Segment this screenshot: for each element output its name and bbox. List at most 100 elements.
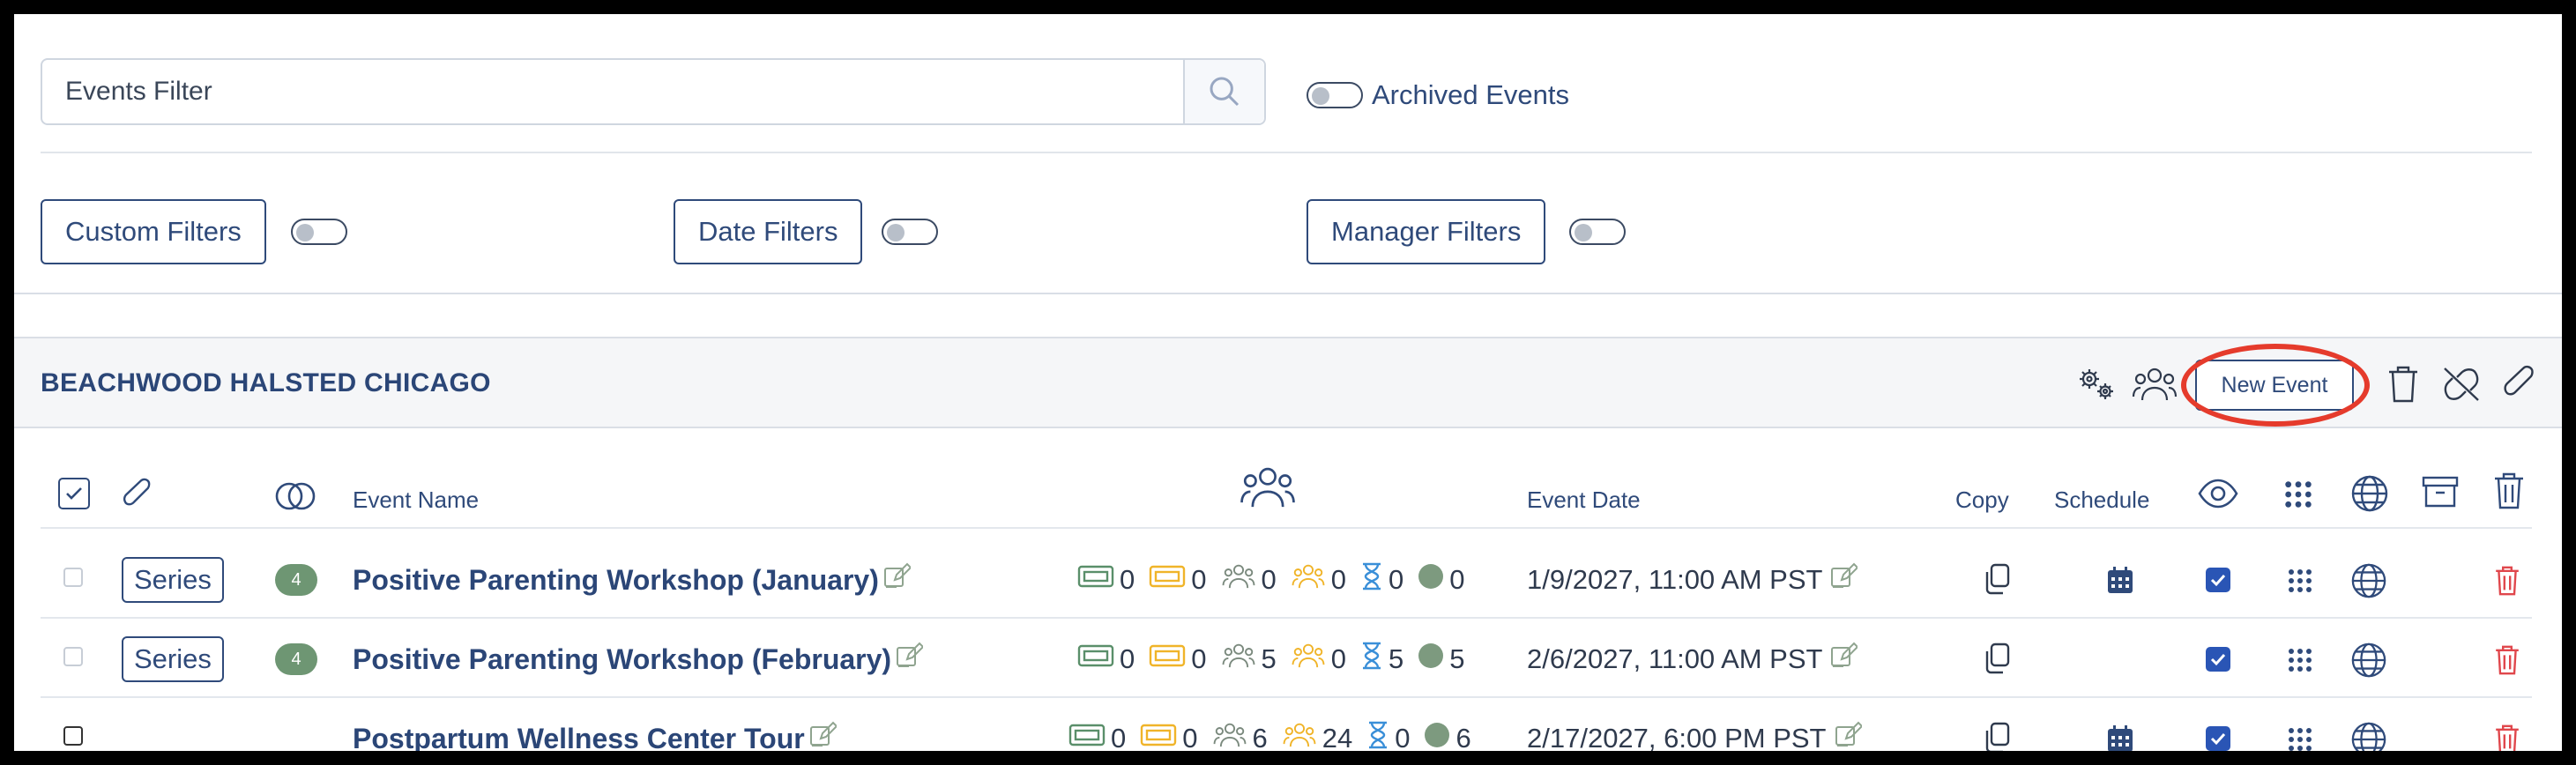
event-date-text: 2/17/2027, 6:00 PM PST [1527,723,1827,751]
edit-name-icon[interactable] [895,642,925,677]
qr-dots-icon [2285,481,2312,508]
archived-events-label: Archived Events [1372,79,1569,110]
visible-checkbox[interactable] [2206,647,2230,672]
manager-filters-toggle[interactable] [1569,219,1626,245]
select-all-checkbox[interactable] [58,478,90,509]
copy-icon[interactable] [1982,562,2012,600]
attendees-users-icon[interactable] [2132,361,2178,407]
event-date-column-header[interactable]: Event Date [1527,486,1641,514]
globe-icon[interactable] [2350,562,2387,604]
stat-value: 0 [1182,723,1198,751]
event-date-text: 1/9/2027, 11:00 AM PST [1527,564,1823,595]
delete-trash-icon[interactable] [2493,723,2521,751]
copy-icon[interactable] [1982,642,2012,680]
table-row: Postpartum Wellness Center Tour 0 0 6 24 0 6 2/… [14,700,2562,751]
event-name-text: Postpartum Wellness Center Tour [353,722,805,752]
table-header-divider [41,527,2532,529]
series-count-badge: 4 [275,643,317,675]
unlink-icon[interactable] [2438,361,2484,407]
status-dot-icon [1424,722,1450,751]
edit-name-icon[interactable] [808,721,838,751]
edit-date-icon[interactable] [1834,721,1863,751]
ticket-yellow-icon [1149,563,1186,597]
event-name-text: Positive Parenting Workshop (February) [353,642,892,675]
events-filter-input[interactable] [42,60,1183,123]
event-name-link[interactable]: Positive Parenting Workshop (February) [353,642,925,677]
qr-dots-icon[interactable] [2287,647,2313,678]
paperclip-icon[interactable] [2497,361,2542,407]
event-date: 2/6/2027, 11:00 AM PST [1527,642,1859,677]
ticket-green-icon [1068,722,1106,751]
delete-trash-icon[interactable] [2493,564,2521,602]
hourglass-icon [1360,642,1383,677]
row-select-checkbox[interactable] [63,726,83,746]
people-yellow-icon [1282,721,1317,751]
attachment-column-icon [123,478,151,506]
event-date: 2/17/2027, 6:00 PM PST [1527,721,1863,751]
custom-filters-toggle[interactable] [291,219,347,245]
search-button[interactable] [1183,60,1264,123]
event-date-text: 2/6/2027, 11:00 AM PST [1527,643,1823,674]
search-icon [1210,77,1240,107]
event-name-text: Positive Parenting Workshop (January) [353,563,879,596]
event-stats: 0 0 5 0 5 5 [1077,642,1474,677]
event-stats: 0 0 6 24 0 6 [1068,721,1480,751]
hourglass-icon [1366,721,1389,751]
stat-value: 0 [1120,643,1135,674]
event-name-column-header[interactable]: Event Name [353,486,479,514]
qr-dots-icon[interactable] [2287,568,2313,598]
calendar-icon[interactable] [2107,566,2133,598]
stat-value: 24 [1322,723,1353,751]
delete-trash-icon[interactable] [2493,643,2521,681]
series-column-icon [275,482,316,510]
edit-date-icon[interactable] [1829,562,1859,598]
gears-icon[interactable] [2073,361,2119,407]
new-event-button[interactable]: New Event [2195,360,2354,411]
people-yellow-icon [1291,562,1326,598]
globe-icon[interactable] [2350,642,2387,683]
status-dot-icon [1418,563,1444,597]
people-gray-icon [1212,721,1247,751]
row-select-checkbox[interactable] [63,568,83,587]
archived-events-toggle[interactable] [1307,82,1363,108]
event-date: 1/9/2027, 11:00 AM PST [1527,562,1859,598]
archived-events-toggle-group: Archived Events [1307,79,1569,111]
filters-panel: Archived Events Custom Filters Date Filt… [14,14,2562,294]
location-section-header: BEACHWOOD HALSTED CHICAGO New Event [14,337,2562,428]
series-button[interactable]: Series [122,557,224,603]
location-title: BEACHWOOD HALSTED CHICAGO [41,368,491,397]
edit-name-icon[interactable] [882,562,912,598]
edit-date-icon[interactable] [1829,642,1859,677]
people-yellow-icon [1291,642,1326,677]
globe-icon[interactable] [2350,721,2387,751]
date-filters-button[interactable]: Date Filters [674,199,863,264]
calendar-icon[interactable] [2107,724,2133,751]
visible-checkbox[interactable] [2206,726,2230,751]
attendees-column-icon [1240,467,1295,508]
custom-filters-button[interactable]: Custom Filters [41,199,266,264]
stat-value: 0 [1191,564,1207,595]
check-icon [2210,574,2226,587]
stat-value: 5 [1449,643,1465,674]
stat-value: 0 [1191,643,1207,674]
stat-value: 0 [1395,723,1411,751]
trash-icon[interactable] [2380,361,2426,407]
event-name-link[interactable]: Positive Parenting Workshop (January) [353,562,912,598]
checkmark-icon [66,487,82,500]
events-page: Archived Events Custom Filters Date Filt… [14,14,2562,751]
manager-filters-button[interactable]: Manager Filters [1307,199,1546,264]
delete-column-trash-icon [2495,472,2523,509]
qr-dots-icon[interactable] [2287,726,2313,751]
copy-icon[interactable] [1982,721,2012,751]
status-dot-icon [1418,642,1444,676]
row-select-checkbox[interactable] [63,647,83,666]
stat-value: 0 [1449,564,1465,595]
event-name-link[interactable]: Postpartum Wellness Center Tour [353,721,838,752]
stat-value: 0 [1120,564,1135,595]
globe-icon [2351,475,2388,512]
visible-checkbox[interactable] [2206,568,2230,592]
row-divider [41,617,2532,619]
schedule-column-header: Schedule [2054,486,2150,513]
series-button[interactable]: Series [122,636,224,682]
date-filters-toggle[interactable] [882,219,938,245]
